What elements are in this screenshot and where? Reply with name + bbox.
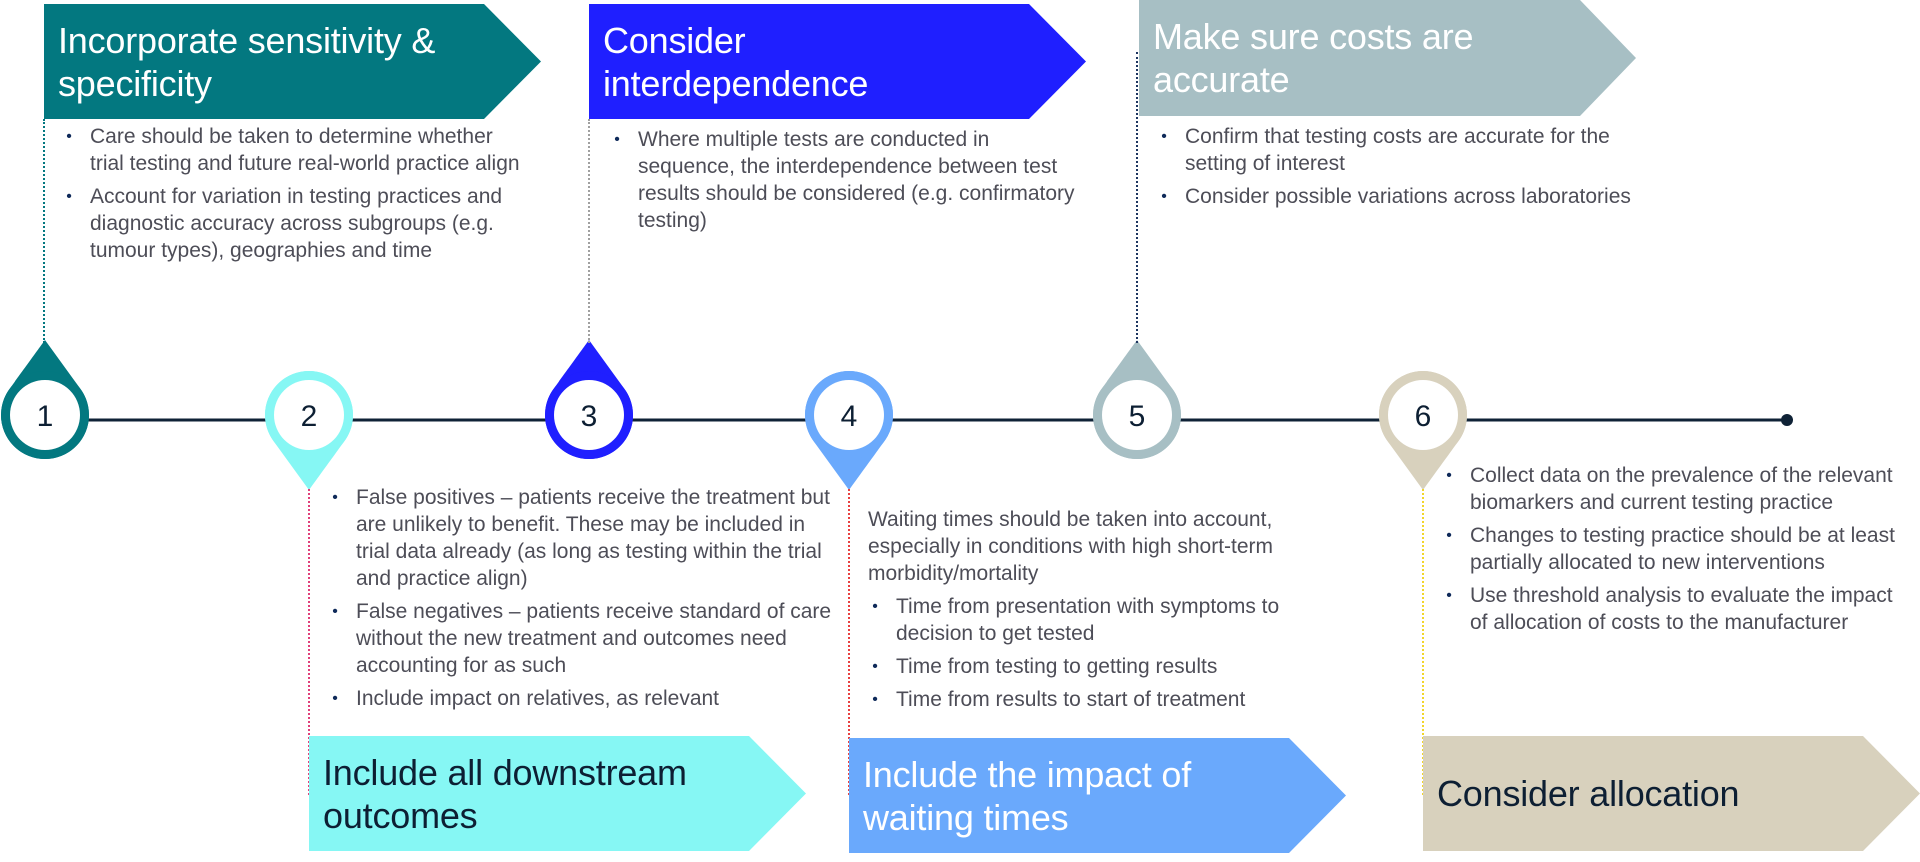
bullet-icon: • bbox=[332, 489, 338, 506]
bullet-text: Time from testing to getting results bbox=[896, 655, 1218, 678]
step-3-pin: 3 bbox=[545, 340, 633, 459]
step-3-header: Consider interdependence bbox=[589, 4, 1086, 119]
bullet-item: • Use threshold analysis to evaluate the … bbox=[1442, 582, 1912, 636]
step-number: 1 bbox=[37, 400, 54, 433]
step-4-title: Include the impact of waiting times bbox=[863, 753, 1191, 838]
bullet-item: • Collect data on the prevalence of the r… bbox=[1442, 462, 1912, 516]
step-number: 4 bbox=[841, 400, 858, 433]
bullet-text: Time from results to start of treatment bbox=[896, 688, 1246, 711]
step-5-title: Make sure costs are accurate bbox=[1153, 16, 1474, 100]
step-2-details: • False positives – patients receive the … bbox=[328, 484, 838, 718]
step-5-bullet-list: • Confirm that testing costs are accurate… bbox=[1157, 123, 1637, 210]
bullet-text: False positives – patients receive the t… bbox=[356, 486, 830, 590]
connector-step-1 bbox=[43, 119, 45, 343]
bullet-text: Consider possible variations across labo… bbox=[1185, 185, 1631, 208]
bullet-text: Account for variation in testing practic… bbox=[90, 185, 503, 262]
bullet-icon: • bbox=[1446, 587, 1452, 604]
step-1-header: Incorporate sensitivity & specificity bbox=[44, 4, 541, 119]
step-6-bullet-list: • Collect data on the prevalence of the r… bbox=[1442, 462, 1912, 636]
bullet-text: Include impact on relatives, as relevant bbox=[356, 687, 720, 710]
bullet-text: Confirm that testing costs are accurate … bbox=[1185, 125, 1610, 175]
bullet-item: • Time from presentation with symptoms to… bbox=[868, 593, 1348, 647]
step-5-header: Make sure costs are accurate bbox=[1139, 0, 1636, 116]
bullet-icon: • bbox=[1446, 527, 1452, 544]
bullet-item: • Time from testing to getting results bbox=[868, 653, 1348, 680]
step-3-details: • Where multiple tests are conducted in s… bbox=[610, 126, 1080, 240]
bullet-icon: • bbox=[1161, 188, 1167, 205]
bullet-icon: • bbox=[872, 658, 878, 675]
bullet-icon: • bbox=[66, 188, 72, 205]
bullet-icon: • bbox=[66, 128, 72, 145]
bullet-icon: • bbox=[1446, 467, 1452, 484]
step-2-header: Include all downstream outcomes bbox=[309, 736, 806, 851]
bullet-item: • Confirm that testing costs are accurate… bbox=[1157, 123, 1637, 177]
bullet-text: Time from presentation with symptoms to … bbox=[896, 595, 1280, 645]
step-4-details: Waiting times should be taken into accou… bbox=[868, 506, 1348, 719]
step-number: 6 bbox=[1415, 400, 1432, 433]
step-1-pin: 1 bbox=[0, 340, 90, 460]
bullet-item: • Where multiple tests are conducted in s… bbox=[610, 126, 1080, 234]
bullet-item: • Consider possible variations across lab… bbox=[1157, 183, 1637, 210]
timeline-end-dot bbox=[1781, 414, 1793, 426]
step-6-title: Consider allocation bbox=[1437, 773, 1740, 814]
bullet-icon: • bbox=[1161, 128, 1167, 145]
bullet-item: • Include impact on relatives, as relevan… bbox=[328, 685, 838, 712]
step-3-title: Consider interdependence bbox=[603, 19, 869, 104]
step-4-header: Include the impact of waiting times bbox=[849, 738, 1346, 853]
step-2-pin: 2 bbox=[265, 370, 353, 490]
bullet-text: Care should be taken to determine whethe… bbox=[90, 125, 520, 175]
step-6-details: • Collect data on the prevalence of the r… bbox=[1442, 462, 1912, 642]
step-2-title: Include all downstream outcomes bbox=[323, 751, 687, 836]
step-1-bullet-list: • Care should be taken to determine wheth… bbox=[62, 123, 532, 264]
step-5-pin: 5 bbox=[1093, 340, 1182, 460]
bullet-text: Use threshold analysis to evaluate the i… bbox=[1470, 584, 1893, 634]
connector-step-3 bbox=[588, 119, 590, 343]
step-6-header: Consider allocation bbox=[1423, 736, 1920, 851]
bullet-item: • Care should be taken to determine wheth… bbox=[62, 123, 532, 177]
bullet-text: Where multiple tests are conducted in se… bbox=[638, 128, 1075, 232]
bullet-icon: • bbox=[872, 598, 878, 615]
bullet-item: • False positives – patients receive the … bbox=[328, 484, 838, 592]
bullet-icon: • bbox=[332, 690, 338, 707]
step-3-bullet-list: • Where multiple tests are conducted in s… bbox=[610, 126, 1080, 234]
bullet-text: Changes to testing practice should be at… bbox=[1470, 524, 1895, 574]
step-1-details: • Care should be taken to determine wheth… bbox=[62, 123, 532, 270]
step-number: 5 bbox=[1129, 400, 1146, 433]
bullet-text: Collect data on the prevalence of the re… bbox=[1470, 464, 1893, 514]
step-5-details: • Confirm that testing costs are accurate… bbox=[1157, 123, 1637, 216]
bullet-icon: • bbox=[872, 691, 878, 708]
bullet-item: • Account for variation in testing practi… bbox=[62, 183, 532, 264]
step-4-intro: Waiting times should be taken into accou… bbox=[868, 508, 1274, 585]
step-number: 3 bbox=[581, 400, 598, 433]
bullet-item: • Time from results to start of treatment bbox=[868, 686, 1348, 713]
bullet-icon: • bbox=[332, 603, 338, 620]
bullet-text: False negatives – patients receive stand… bbox=[356, 600, 832, 677]
bullet-icon: • bbox=[614, 131, 620, 148]
bullet-item: • False negatives – patients receive stan… bbox=[328, 598, 838, 679]
step-4-bullet-list: • Time from presentation with symptoms to… bbox=[868, 593, 1348, 713]
step-2-bullet-list: • False positives – patients receive the … bbox=[328, 484, 838, 712]
step-4-pin: 4 bbox=[805, 371, 893, 490]
bullet-item: • Changes to testing practice should be a… bbox=[1442, 522, 1912, 576]
step-1-title: Incorporate sensitivity & specificity bbox=[58, 19, 436, 104]
connector-step-5 bbox=[1136, 52, 1138, 343]
step-number: 2 bbox=[301, 400, 318, 433]
